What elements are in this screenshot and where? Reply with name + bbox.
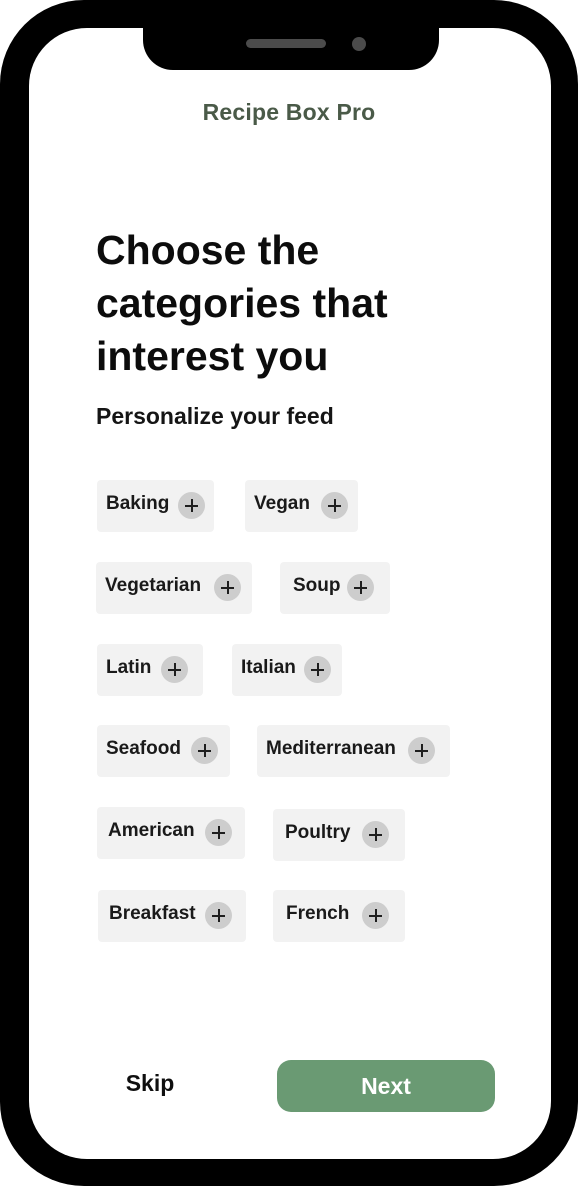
category-chip-breakfast[interactable]: Breakfast bbox=[98, 890, 246, 942]
plus-icon bbox=[161, 656, 188, 683]
phone-notch bbox=[143, 0, 439, 70]
category-label: Latin bbox=[106, 657, 152, 678]
category-chip-seafood[interactable]: Seafood bbox=[97, 725, 230, 777]
front-camera bbox=[352, 37, 366, 51]
category-chip-baking[interactable]: Baking bbox=[97, 480, 214, 532]
speaker-grille bbox=[246, 39, 326, 48]
plus-icon bbox=[347, 574, 374, 601]
app-title: Recipe Box Pro bbox=[202, 99, 376, 125]
page-subtitle: Personalize your feed bbox=[96, 403, 334, 429]
plus-icon bbox=[205, 819, 232, 846]
category-label: Soup bbox=[293, 575, 341, 596]
plus-icon bbox=[304, 656, 331, 683]
category-label: French bbox=[286, 903, 350, 924]
plus-icon bbox=[321, 492, 348, 519]
plus-icon bbox=[214, 574, 241, 601]
category-chip-soup[interactable]: Soup bbox=[280, 562, 390, 614]
category-chip-american[interactable]: American bbox=[97, 807, 245, 859]
category-label: Seafood bbox=[106, 738, 181, 759]
plus-icon bbox=[191, 737, 218, 764]
category-label: Mediterranean bbox=[266, 738, 396, 759]
plus-icon bbox=[178, 492, 205, 519]
category-label: Vegan bbox=[254, 493, 310, 514]
category-label: Breakfast bbox=[109, 903, 196, 924]
category-chip-italian[interactable]: Italian bbox=[232, 644, 342, 696]
category-label: Poultry bbox=[285, 822, 351, 843]
category-chip-french[interactable]: French bbox=[273, 890, 405, 942]
category-label: Italian bbox=[241, 657, 296, 678]
category-chip-mediterranean[interactable]: Mediterranean bbox=[257, 725, 450, 777]
plus-icon bbox=[205, 902, 232, 929]
category-label: Baking bbox=[106, 493, 170, 514]
plus-icon bbox=[408, 737, 435, 764]
category-label: Vegetarian bbox=[105, 575, 202, 596]
next-button[interactable]: Next bbox=[277, 1060, 495, 1112]
category-chip-poultry[interactable]: Poultry bbox=[273, 809, 405, 861]
plus-icon bbox=[362, 902, 389, 929]
plus-icon bbox=[362, 821, 389, 848]
category-chip-vegan[interactable]: Vegan bbox=[245, 480, 358, 532]
category-chip-vegetarian[interactable]: Vegetarian bbox=[96, 562, 252, 614]
category-chip-latin[interactable]: Latin bbox=[97, 644, 203, 696]
page-title: Choose the categories that interest you bbox=[96, 227, 388, 379]
phone-frame: Recipe Box Pro Choose the categories tha… bbox=[0, 0, 578, 1186]
skip-button[interactable]: Skip bbox=[118, 1070, 182, 1097]
category-label: American bbox=[108, 820, 195, 841]
